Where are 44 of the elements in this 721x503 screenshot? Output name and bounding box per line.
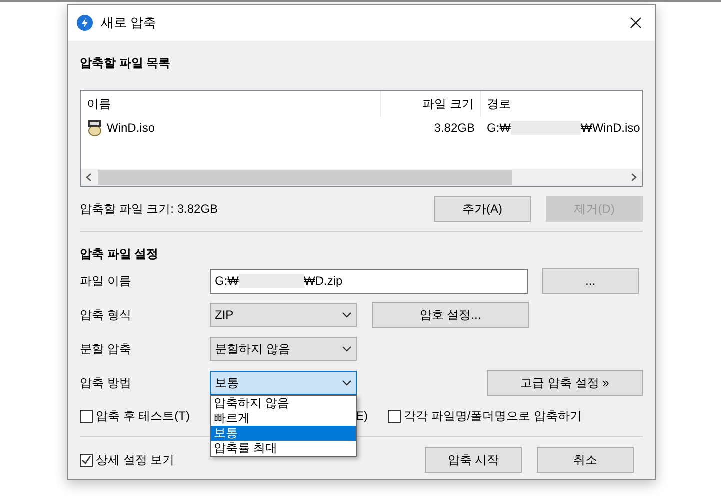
disc-file-icon [87, 119, 103, 137]
column-header[interactable]: 경로 [481, 91, 642, 117]
file-name-field[interactable]: G:₩ ₩D.zip [210, 268, 528, 294]
section-heading: 압축 파일 설정 [80, 246, 160, 263]
path-text: ₩WinD.iso [581, 120, 640, 137]
checkbox[interactable] [80, 454, 93, 466]
field-label: 파일 이름 [80, 273, 132, 290]
column-header[interactable]: 파일 크기 [381, 91, 481, 117]
field-label: 분할 압축 [80, 341, 132, 358]
button[interactable]: 추가(A) [434, 196, 531, 222]
button[interactable]: 취소 [537, 447, 634, 473]
button[interactable]: 암호 설정... [372, 302, 529, 328]
path-text: G:₩ [487, 120, 511, 137]
chevron-down-icon [342, 312, 352, 318]
dropdown[interactable]: 분할하지 않음 [210, 337, 357, 361]
checkbox-label: 각각 파일명/폴더명으로 압축하기 [404, 408, 582, 425]
button[interactable]: ... [542, 268, 639, 294]
field-label: 압축 방법 [80, 375, 132, 392]
button[interactable]: 고급 압축 설정 » [487, 370, 643, 396]
close-icon[interactable] [630, 17, 642, 29]
lightning-icon [77, 15, 93, 31]
checkbox[interactable] [388, 410, 401, 422]
dropdown[interactable]: ZIP [210, 303, 357, 327]
total-size-text: 압축할 파일 크기: 3.82GB [80, 201, 220, 218]
dropdown-option[interactable]: 압축하지 않음 [211, 396, 356, 411]
file-name: WinD.iso [107, 120, 156, 137]
dropdown-option[interactable]: 빠르게 [211, 411, 356, 426]
horizontal-scrollbar[interactable] [81, 169, 642, 186]
dropdown-option[interactable]: 압축률 최대 [211, 441, 356, 456]
chevron-down-icon [342, 346, 352, 352]
scroll-thumb[interactable] [98, 170, 512, 185]
chevron-down-icon [342, 380, 352, 386]
checkbox-label: 상세 설정 보기 [96, 452, 175, 469]
dropdown[interactable]: 보통 [210, 371, 357, 395]
checkbox-label: E) [356, 408, 368, 425]
field-label: 압축 형식 [80, 307, 132, 324]
dropdown-option[interactable]: 보통 [211, 426, 356, 441]
section-heading: 압축할 파일 목록 [80, 55, 172, 72]
column-header[interactable]: 이름 [81, 91, 381, 117]
window-title: 새로 압축 [101, 14, 158, 32]
checkbox[interactable] [80, 410, 93, 422]
checkbox-label: 압축 후 테스트(T) [96, 408, 190, 425]
file-size: 3.82GB [433, 120, 476, 137]
button[interactable]: 압축 시작 [425, 447, 522, 473]
